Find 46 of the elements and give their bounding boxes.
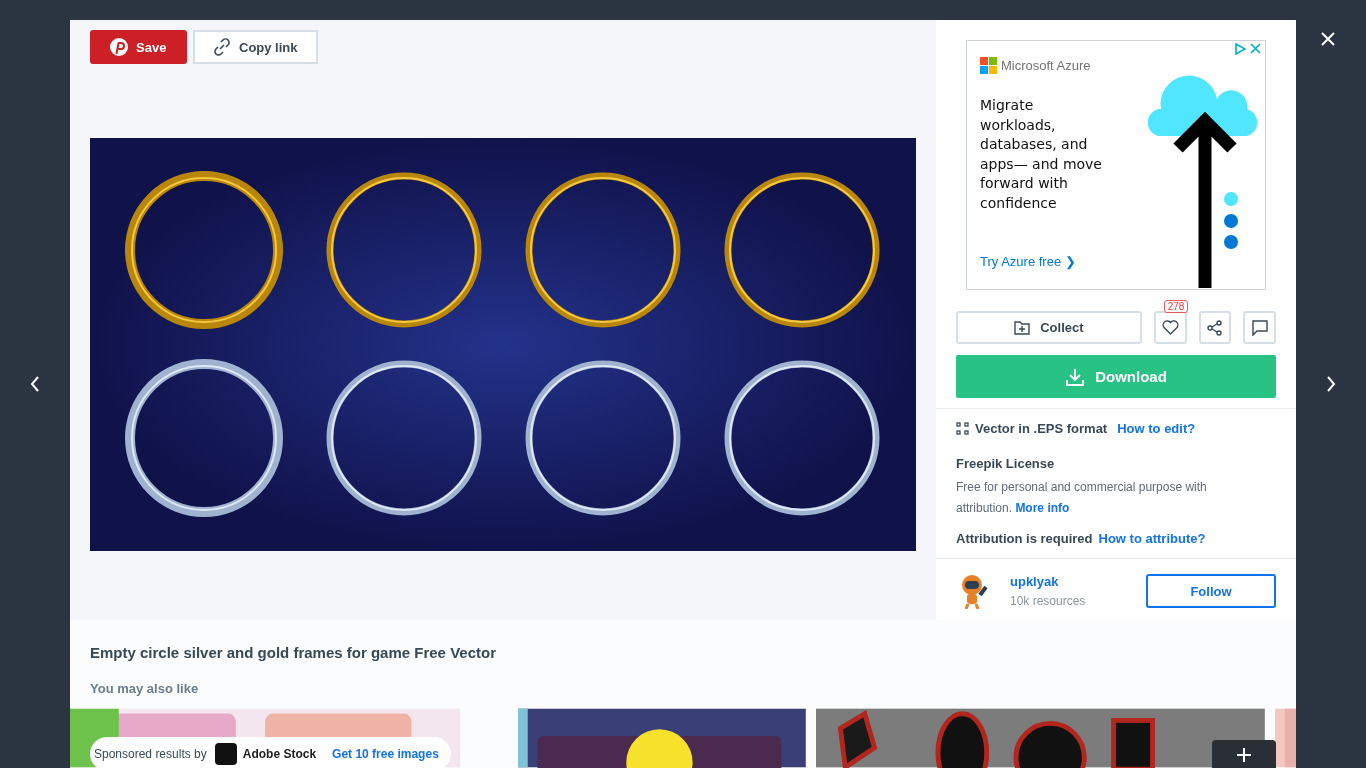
close-icon[interactable] <box>1250 43 1261 54</box>
author-name[interactable]: upklyak <box>1010 574 1086 589</box>
file-format: Vector in .EPS format <box>975 421 1108 436</box>
brand-name: Adobe Stock <box>242 747 317 761</box>
section-heading: You may also like <box>90 681 200 696</box>
collect-button[interactable]: Collect <box>956 311 1142 344</box>
share-icon <box>1207 319 1224 336</box>
try-azure-link[interactable]: Try Azure free ❯ <box>980 254 1140 269</box>
pinterest-icon <box>110 38 128 56</box>
stock-logo-icon <box>214 743 237 765</box>
brand-name: Microsoft Azure <box>1001 58 1091 73</box>
vector-nodes-icon <box>956 422 969 435</box>
save-button[interactable]: Save <box>90 30 187 64</box>
download-icon <box>1065 366 1086 387</box>
four-squares-logo-icon <box>980 57 997 74</box>
free-images-link[interactable]: Get 10 free images <box>332 747 439 761</box>
license-text: Free for personal and commercial purpose with attribution. More info <box>956 479 1208 517</box>
add-button[interactable] <box>1212 740 1276 768</box>
like-count-badge: 278 <box>1163 300 1189 313</box>
how-to-attribute-link[interactable]: How to attribute? <box>1098 531 1206 546</box>
heart-icon <box>1161 320 1179 335</box>
ad-headline: Migrate workloads, databases, and apps— and move forward with confidence <box>980 96 1103 213</box>
chevron-left-icon <box>30 376 40 392</box>
copy-link-button[interactable]: Copy link <box>193 30 318 64</box>
plus-icon <box>1237 748 1251 762</box>
play-triangle-icon[interactable] <box>1234 43 1246 55</box>
license-title: Freepik License <box>956 456 1056 471</box>
more-info-link[interactable]: More info <box>1015 501 1070 515</box>
how-to-edit-link[interactable]: How to edit? <box>1117 421 1196 436</box>
attribution-note: Attribution is required <box>956 531 1093 546</box>
like-button[interactable] <box>1153 311 1187 344</box>
resource-title: Empty circle silver and gold frames for game Free Vector <box>90 644 497 661</box>
link-icon <box>213 38 231 56</box>
close-button[interactable] <box>1321 32 1335 46</box>
speech-bubble-icon <box>1251 319 1268 336</box>
previous-button[interactable] <box>30 376 40 392</box>
comment-button[interactable] <box>1243 311 1276 344</box>
ad-banner[interactable]: Microsoft Azure Migrate workloads, databases, and apps— and move forward with confidence Try Azure free ❯ <box>966 40 1266 290</box>
resource-count: 10k resources <box>1010 594 1086 608</box>
folder-plus-icon <box>1014 320 1031 335</box>
sponsored-label: Sponsored results by <box>94 747 207 761</box>
share-button[interactable] <box>1198 311 1232 344</box>
next-button[interactable] <box>1326 376 1336 392</box>
chevron-right-icon <box>1326 376 1336 392</box>
follow-button[interactable]: Follow <box>1146 574 1276 608</box>
close-icon <box>1321 32 1335 46</box>
